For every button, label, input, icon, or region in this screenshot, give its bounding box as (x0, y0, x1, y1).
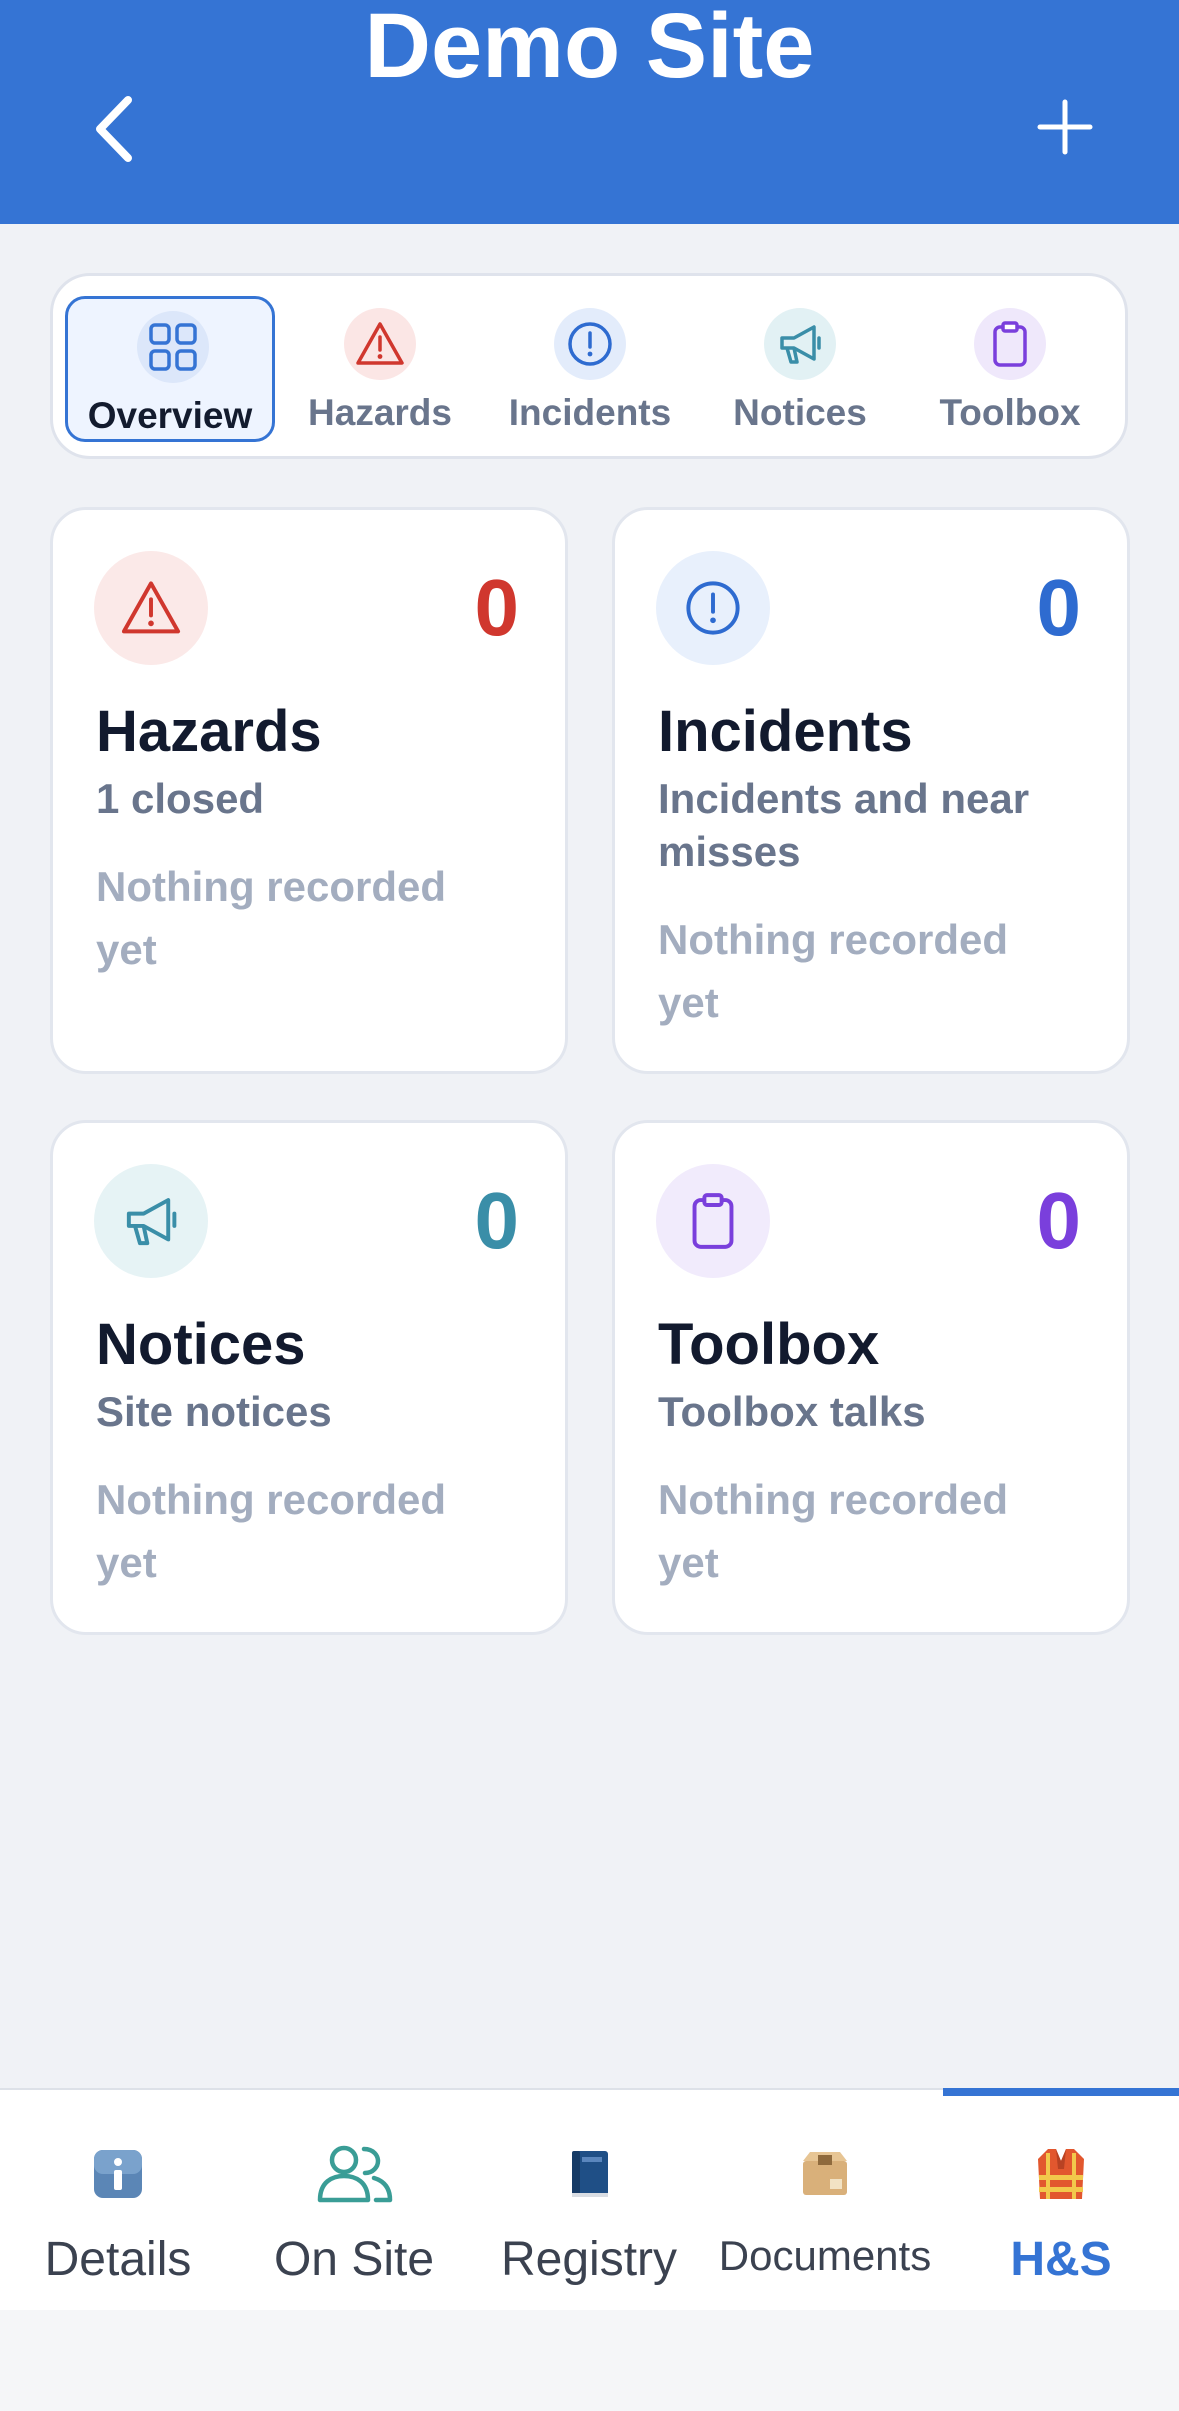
warning-triangle-icon (94, 551, 208, 665)
hazards-empty-state: Nothing recorded yet (96, 863, 447, 973)
notices-count: 0 (474, 1176, 520, 1265)
notices-card[interactable]: 0 Notices Site notices Nothing recorded … (50, 1120, 568, 1635)
add-button[interactable] (1030, 92, 1100, 162)
notices-empty-state: Nothing recorded yet (96, 1476, 447, 1586)
hazards-title: Hazards (96, 699, 322, 764)
bottom-tab-bar: Details On Site Registry Documents H&S (0, 2088, 1179, 2310)
incidents-empty-state: Nothing recorded yet (658, 916, 1009, 1026)
incidents-subtitle: Incidents and near misses (658, 775, 1030, 875)
exclamation-circle-icon (656, 551, 770, 665)
megaphone-icon (764, 308, 836, 380)
incidents-card[interactable]: 0 Incidents Incidents and near misses No… (612, 507, 1130, 1074)
safety-vest-icon (1038, 2149, 1084, 2199)
tab-hazards[interactable]: Hazards (275, 296, 485, 442)
nav-details[interactable]: Details (0, 2090, 236, 2310)
toolbox-title: Toolbox (658, 1312, 880, 1377)
nav-health-safety-label: H&S (1010, 2233, 1112, 2286)
megaphone-icon (94, 1164, 208, 1278)
tab-toolbox-label: Toolbox (939, 392, 1081, 433)
tab-incidents[interactable]: Incidents (485, 296, 695, 442)
warning-triangle-icon (344, 308, 416, 380)
nav-registry[interactable]: Registry (471, 2090, 707, 2310)
box-icon (803, 2152, 847, 2195)
grid-icon (137, 311, 209, 383)
notices-title: Notices (96, 1312, 306, 1377)
tab-hazards-label: Hazards (308, 392, 452, 433)
toolbox-count: 0 (1036, 1176, 1082, 1265)
nav-documents[interactable]: Documents (707, 2090, 943, 2310)
nav-on-site-label: On Site (273, 2233, 435, 2286)
incidents-count: 0 (1036, 563, 1082, 652)
section-tabs: Overview Hazards Incidents Notices Toolb… (50, 273, 1128, 459)
toolbox-card[interactable]: 0 Toolbox Toolbox talks Nothing recorded… (612, 1120, 1130, 1635)
toolbox-subtitle: Toolbox talks (658, 1388, 926, 1435)
tab-notices-label: Notices (733, 392, 867, 433)
exclamation-circle-icon (554, 308, 626, 380)
nav-health-safety[interactable]: H&S (943, 2090, 1179, 2310)
clipboard-icon (656, 1164, 770, 1278)
back-button[interactable] (80, 86, 150, 172)
nav-on-site[interactable]: On Site (236, 2090, 472, 2310)
info-icon (94, 2150, 142, 2198)
hazards-card[interactable]: 0 Hazards 1 closed Nothing recorded yet (50, 507, 568, 1074)
notices-subtitle: Site notices (96, 1388, 332, 1435)
incidents-title: Incidents (658, 699, 913, 764)
clipboard-icon (974, 308, 1046, 380)
tab-overview[interactable]: Overview (65, 296, 275, 442)
home-indicator-area (0, 2310, 1179, 2411)
people-icon (317, 2145, 393, 2203)
tab-incidents-label: Incidents (508, 392, 672, 433)
book-icon (572, 2151, 608, 2197)
app-header: Demo Site (0, 0, 1179, 224)
tab-toolbox[interactable]: Toolbox (905, 296, 1115, 442)
nav-details-label: Details (44, 2233, 192, 2286)
nav-documents-label: Documents (718, 2232, 932, 2279)
toolbox-empty-state: Nothing recorded yet (658, 1476, 1009, 1586)
hazards-subtitle: 1 closed (96, 775, 265, 822)
tab-notices[interactable]: Notices (695, 296, 905, 442)
plus-icon (1037, 99, 1093, 155)
hazards-count: 0 (474, 563, 520, 652)
nav-registry-label: Registry (500, 2233, 678, 2286)
page-title: Demo Site (364, 0, 815, 97)
tab-overview-label: Overview (87, 395, 253, 436)
chevron-left-icon (96, 96, 132, 162)
